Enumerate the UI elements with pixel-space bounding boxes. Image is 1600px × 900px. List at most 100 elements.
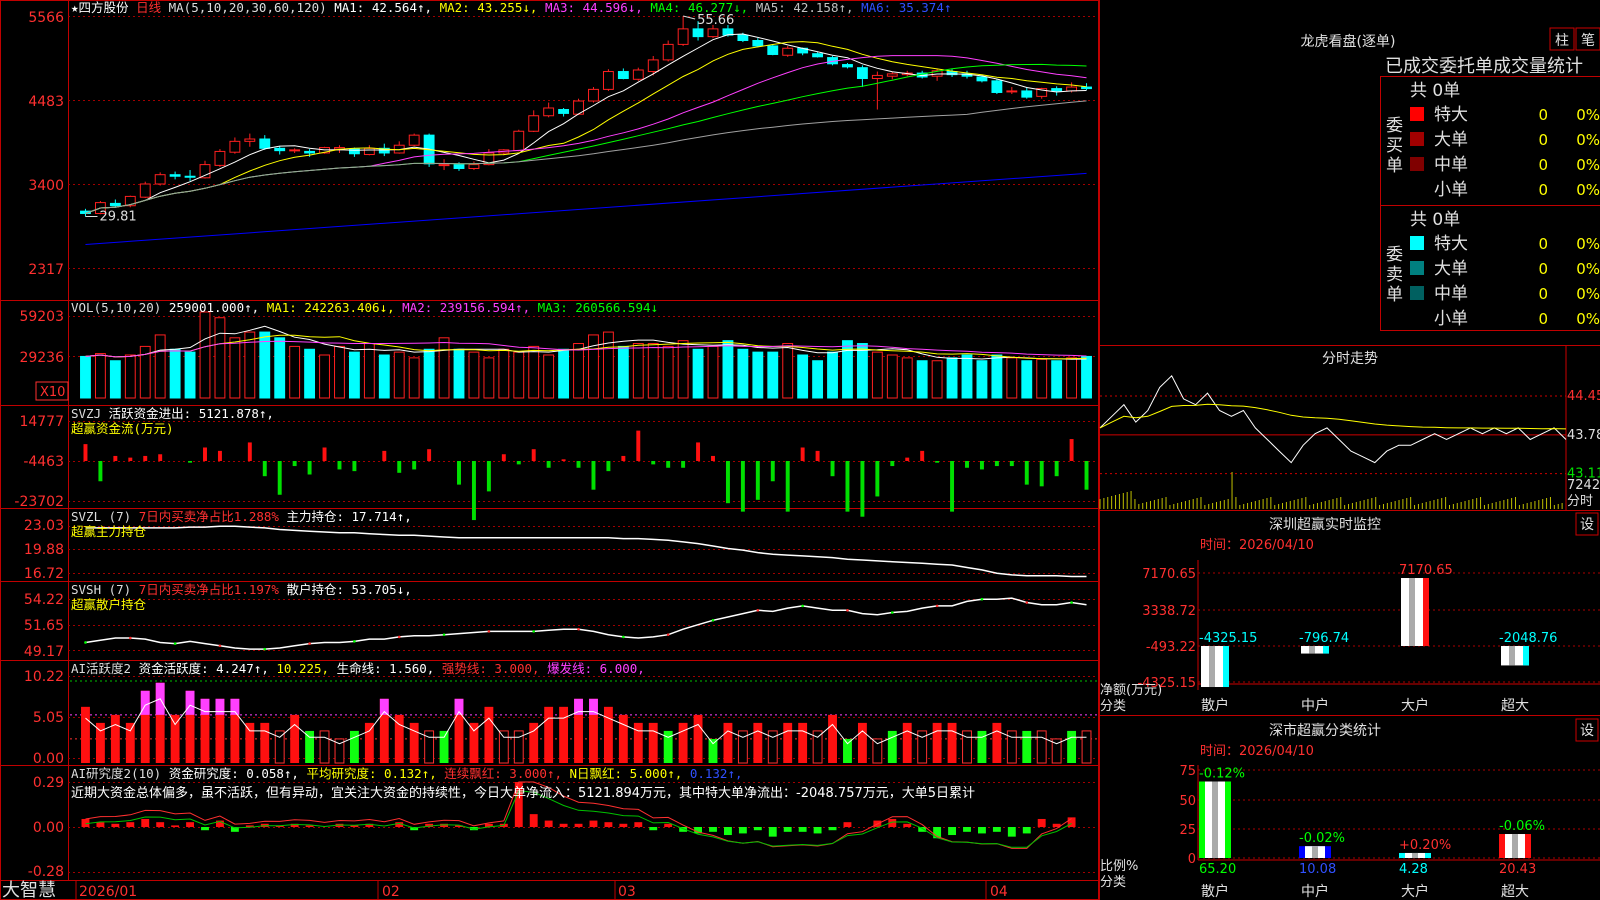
flow-bar	[755, 461, 760, 500]
price-tick: 3400	[28, 178, 64, 194]
candle-body	[602, 71, 614, 90]
stat-bar-shade	[1212, 781, 1218, 858]
ai1-tick: 10.22	[24, 669, 64, 685]
volume-bar	[1021, 360, 1033, 399]
order-color-swatch	[1410, 286, 1424, 300]
ma-line	[85, 100, 1087, 214]
order-color-swatch	[1410, 261, 1424, 275]
monitor-xlabel: 分类	[1100, 699, 1126, 714]
period-label[interactable]: 日线	[136, 0, 161, 15]
ai2-tick: 0.00	[33, 820, 64, 836]
order-pct: 0%	[1576, 285, 1600, 303]
stat-change: -0.12%	[1199, 766, 1245, 781]
research-bar	[589, 820, 598, 827]
research-bar	[141, 818, 150, 827]
volume-bar	[408, 357, 420, 399]
candle-body	[513, 130, 525, 152]
fund-flow-chart[interactable]	[83, 430, 1089, 521]
volume-chart[interactable]	[80, 311, 1092, 399]
retail-dot	[173, 642, 177, 645]
sz-monitor-chart: 7170.653338.72-493.22-4325.15-4325.15散户-…	[1138, 560, 1600, 714]
bar-mode-label: 柱	[1555, 33, 1569, 49]
candle	[632, 67, 644, 81]
order-side-label: 委	[1386, 245, 1403, 265]
order-type: 中单	[1434, 155, 1468, 175]
candle-body	[1051, 88, 1063, 92]
monitor-bar-shade	[1209, 646, 1215, 688]
order-type: 小单	[1434, 309, 1468, 329]
monitor-category: 散户	[1201, 697, 1229, 714]
vol-value: 259001.000↑,	[168, 300, 260, 315]
research-bar	[918, 827, 927, 832]
activity-bar	[693, 714, 703, 763]
svsh-header: SVSH (7) 7日内买卖净占比1.197% 散户持仓: 53.705↓, 超…	[71, 582, 412, 612]
intraday-chart[interactable]: 44.4543.7843.117242分时	[1099, 346, 1600, 510]
candle	[662, 40, 674, 62]
flow-bar	[128, 457, 133, 461]
ai1-name: AI活跃度2	[71, 661, 132, 676]
volume-bar	[871, 351, 883, 399]
activity-bar	[260, 722, 270, 763]
volume-bar	[543, 354, 555, 399]
flow-bar	[965, 461, 969, 468]
volume-bar	[304, 348, 316, 399]
research-bar	[604, 822, 613, 827]
candle	[169, 171, 181, 180]
activity-bar	[678, 722, 688, 763]
candle-body	[543, 107, 555, 117]
candle	[289, 148, 301, 153]
research-bar	[544, 820, 553, 827]
retail-dot	[666, 633, 670, 637]
flow-bar	[800, 447, 805, 461]
candle-body	[782, 47, 794, 56]
candle-body	[229, 140, 241, 153]
retail-dot	[577, 627, 580, 631]
ai2-a: 资金研究度: 0.058↑,	[168, 766, 299, 781]
retail-dot	[1070, 601, 1073, 604]
retail-dot	[622, 635, 625, 639]
flow-bar	[277, 461, 282, 495]
monitor-category: 超大	[1501, 698, 1529, 714]
price-candlestick-chart[interactable]: 55.66 29.81	[80, 13, 1092, 245]
flow-bar	[740, 461, 745, 512]
stat-category: 大户	[1401, 883, 1429, 900]
candle	[139, 181, 151, 198]
flow-bar	[561, 459, 566, 461]
flow-bar	[1054, 461, 1059, 477]
stat-change: -0.02%	[1299, 831, 1345, 846]
ai2-tick: -0.28	[28, 864, 64, 880]
ma3-value: MA3: 44.596↓,	[544, 0, 643, 15]
monitor-bar-shade	[1509, 646, 1515, 666]
intraday-avg-line	[1099, 403, 1567, 430]
activity-burst	[230, 698, 240, 715]
ai-activity-chart[interactable]	[70, 680, 1098, 764]
candle-body	[632, 69, 644, 80]
intraday-tick: 7242	[1567, 478, 1600, 493]
candle-body	[528, 115, 540, 132]
flow-bar	[950, 461, 955, 512]
activity-bar	[498, 730, 509, 764]
monitor-bar	[1401, 578, 1429, 646]
stat-value: 10.08	[1299, 862, 1336, 877]
candle	[677, 16, 689, 46]
volume-bar	[1081, 355, 1092, 399]
research-bar	[171, 825, 180, 827]
flow-bar	[113, 455, 118, 461]
activity-bar	[81, 706, 90, 763]
ma-line	[85, 33, 1087, 214]
retail-dot	[263, 647, 267, 651]
research-bar	[619, 823, 628, 827]
svzl-sub: 超赢主力持仓	[71, 524, 147, 539]
vol-ma2: MA2: 239156.594↑,	[402, 300, 531, 315]
retail-dot	[532, 630, 536, 633]
main-header: ★四方股份 日线 MA(5,10,20,30,60,120) MA1: 42.5…	[71, 0, 951, 15]
research-bar	[723, 827, 732, 836]
star-icon[interactable]: ★	[71, 0, 79, 15]
stat-title: 深市超赢分类统计	[1269, 722, 1381, 739]
activity-bar	[319, 730, 330, 764]
flow-bar	[337, 461, 342, 470]
svzj-tick: -4463	[23, 454, 64, 470]
svzl-header: SVZL (7) 7日内买卖净占比1.288% 主力持仓: 17.714↑, 超…	[71, 509, 412, 539]
candle-body	[558, 109, 570, 114]
retail-dot	[84, 641, 87, 644]
